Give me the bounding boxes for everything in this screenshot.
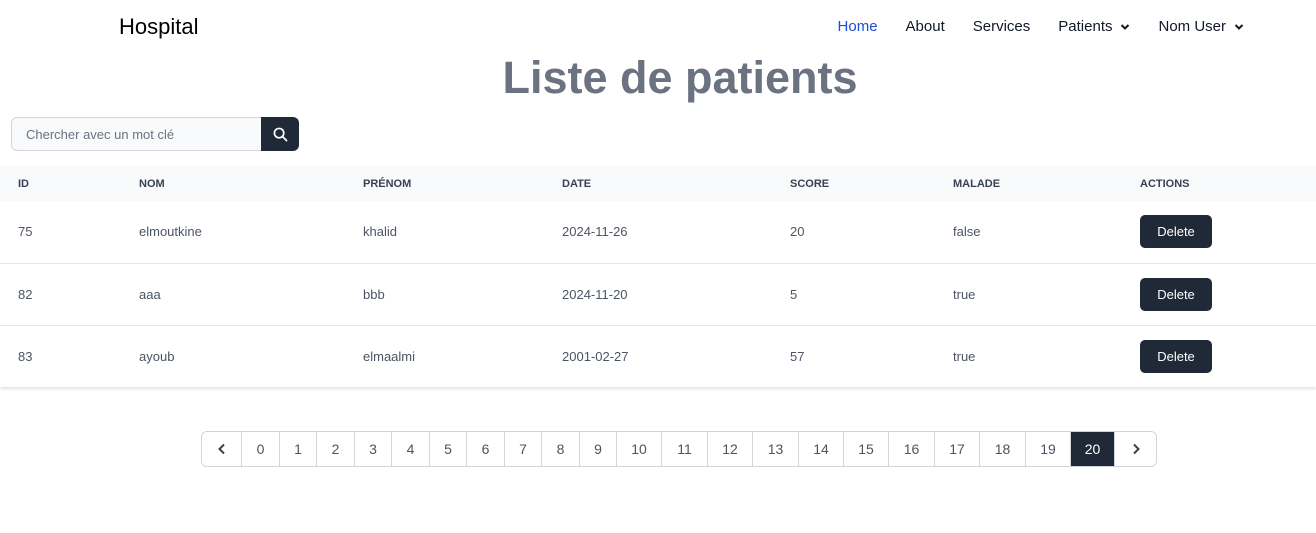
patients-table: ID NOM PRÉNOM DATE SCORE MALADE ACTIONS …: [0, 166, 1316, 387]
cell-actions: Delete: [1122, 325, 1316, 387]
page-link-8[interactable]: 8: [542, 432, 580, 466]
page-link-17[interactable]: 17: [935, 432, 980, 466]
search-input[interactable]: [11, 117, 261, 151]
cell-score: 57: [790, 348, 805, 364]
header-id: ID: [18, 177, 29, 190]
pagination-prev-button[interactable]: [202, 432, 242, 466]
nav-link-label: Patients: [1058, 18, 1113, 35]
page-link-1[interactable]: 1: [280, 432, 317, 466]
cell-id: 75: [18, 224, 33, 240]
cell-score: 20: [790, 224, 805, 240]
patients-table-container: ID NOM PRÉNOM DATE SCORE MALADE ACTIONS …: [0, 166, 1316, 387]
nav-dropdown-patients[interactable]: Patients: [1058, 18, 1130, 35]
page-link-4[interactable]: 4: [392, 432, 430, 466]
table-row: 83 ayoub elmaalmi 2001-02-27 57 true Del…: [0, 325, 1316, 387]
cell-prenom: elmaalmi: [363, 348, 416, 364]
page-link-11[interactable]: 11: [662, 432, 708, 466]
cell-nom: aaa: [139, 286, 161, 302]
cell-score: 5: [790, 286, 798, 302]
search-form: [11, 117, 299, 151]
chevron-down-icon: [1121, 23, 1130, 30]
cell-malade: true: [953, 286, 976, 302]
cell-nom: elmoutkine: [139, 224, 202, 240]
header-prenom: PRÉNOM: [363, 177, 412, 190]
page-link-15[interactable]: 15: [844, 432, 889, 466]
page-link-10[interactable]: 10: [617, 432, 662, 466]
nav-link-about[interactable]: About: [906, 18, 945, 35]
page-link-20-current[interactable]: 20: [1071, 432, 1115, 466]
page-link-6[interactable]: 6: [467, 432, 505, 466]
cell-date: 2024-11-26: [562, 224, 628, 240]
table-row: 82 aaa bbb 2024-11-20 5 true Delete: [0, 263, 1316, 325]
cell-nom: ayoub: [139, 348, 175, 364]
cell-actions: Delete: [1122, 201, 1316, 263]
page-link-7[interactable]: 7: [505, 432, 542, 466]
header-actions: ACTIONS: [1140, 177, 1190, 190]
cell-id: 83: [18, 348, 33, 364]
cell-date: 2024-11-20: [562, 286, 628, 302]
cell-date: 2001-02-27: [562, 348, 629, 364]
cell-malade: true: [953, 348, 976, 364]
page-link-9[interactable]: 9: [580, 432, 617, 466]
cell-malade: false: [953, 224, 981, 240]
cell-id: 82: [18, 286, 33, 302]
page-link-16[interactable]: 16: [889, 432, 935, 466]
page-link-5[interactable]: 5: [430, 432, 467, 466]
delete-button[interactable]: Delete: [1140, 277, 1212, 311]
navbar: Hospital Home About Services Patients No…: [0, 0, 1316, 54]
page-link-14[interactable]: 14: [799, 432, 844, 466]
page-link-19[interactable]: 19: [1026, 432, 1071, 466]
delete-button[interactable]: Delete: [1140, 215, 1212, 249]
page-title: Liste de patients: [502, 52, 858, 103]
delete-button[interactable]: Delete: [1140, 339, 1212, 373]
pagination-next-button[interactable]: [1115, 432, 1156, 466]
nav-link-label: About: [905, 18, 945, 35]
nav-link-label: Nom User: [1158, 18, 1226, 35]
header-score: SCORE: [790, 177, 830, 190]
chevron-left-icon: [217, 443, 225, 455]
header-date: DATE: [562, 177, 592, 190]
pagination: 0 1 2 3 4 5 6 7 8 9 10 11 12 13 14 15 16…: [201, 431, 1157, 467]
chevron-down-icon: [1234, 23, 1244, 30]
header-malade: MALADE: [953, 177, 1001, 190]
brand-logo[interactable]: Hospital: [119, 14, 198, 40]
nav-dropdown-user[interactable]: Nom User: [1158, 18, 1244, 35]
cell-prenom: bbb: [363, 286, 385, 302]
nav-link-home[interactable]: Home: [838, 18, 878, 35]
cell-actions: Delete: [1122, 263, 1316, 325]
page-link-13[interactable]: 13: [753, 432, 799, 466]
nav-links: Home About Services Patients Nom User: [810, 18, 1244, 35]
chevron-right-icon: [1132, 443, 1140, 455]
page-link-3[interactable]: 3: [355, 432, 392, 466]
page-link-2[interactable]: 2: [317, 432, 355, 466]
table-header-row: ID NOM PRÉNOM DATE SCORE MALADE ACTIONS: [0, 166, 1316, 201]
page-link-0[interactable]: 0: [242, 432, 280, 466]
nav-link-services[interactable]: Services: [973, 18, 1031, 35]
table-row: 75 elmoutkine khalid 2024-11-26 20 false…: [0, 201, 1316, 263]
page-link-18[interactable]: 18: [980, 432, 1026, 466]
cell-prenom: khalid: [363, 224, 397, 240]
nav-link-label: Services: [972, 18, 1031, 35]
search-button[interactable]: [261, 117, 299, 151]
search-icon: [273, 127, 287, 141]
nav-link-label: Home: [837, 18, 878, 35]
header-nom: NOM: [139, 177, 165, 190]
page-link-12[interactable]: 12: [708, 432, 753, 466]
